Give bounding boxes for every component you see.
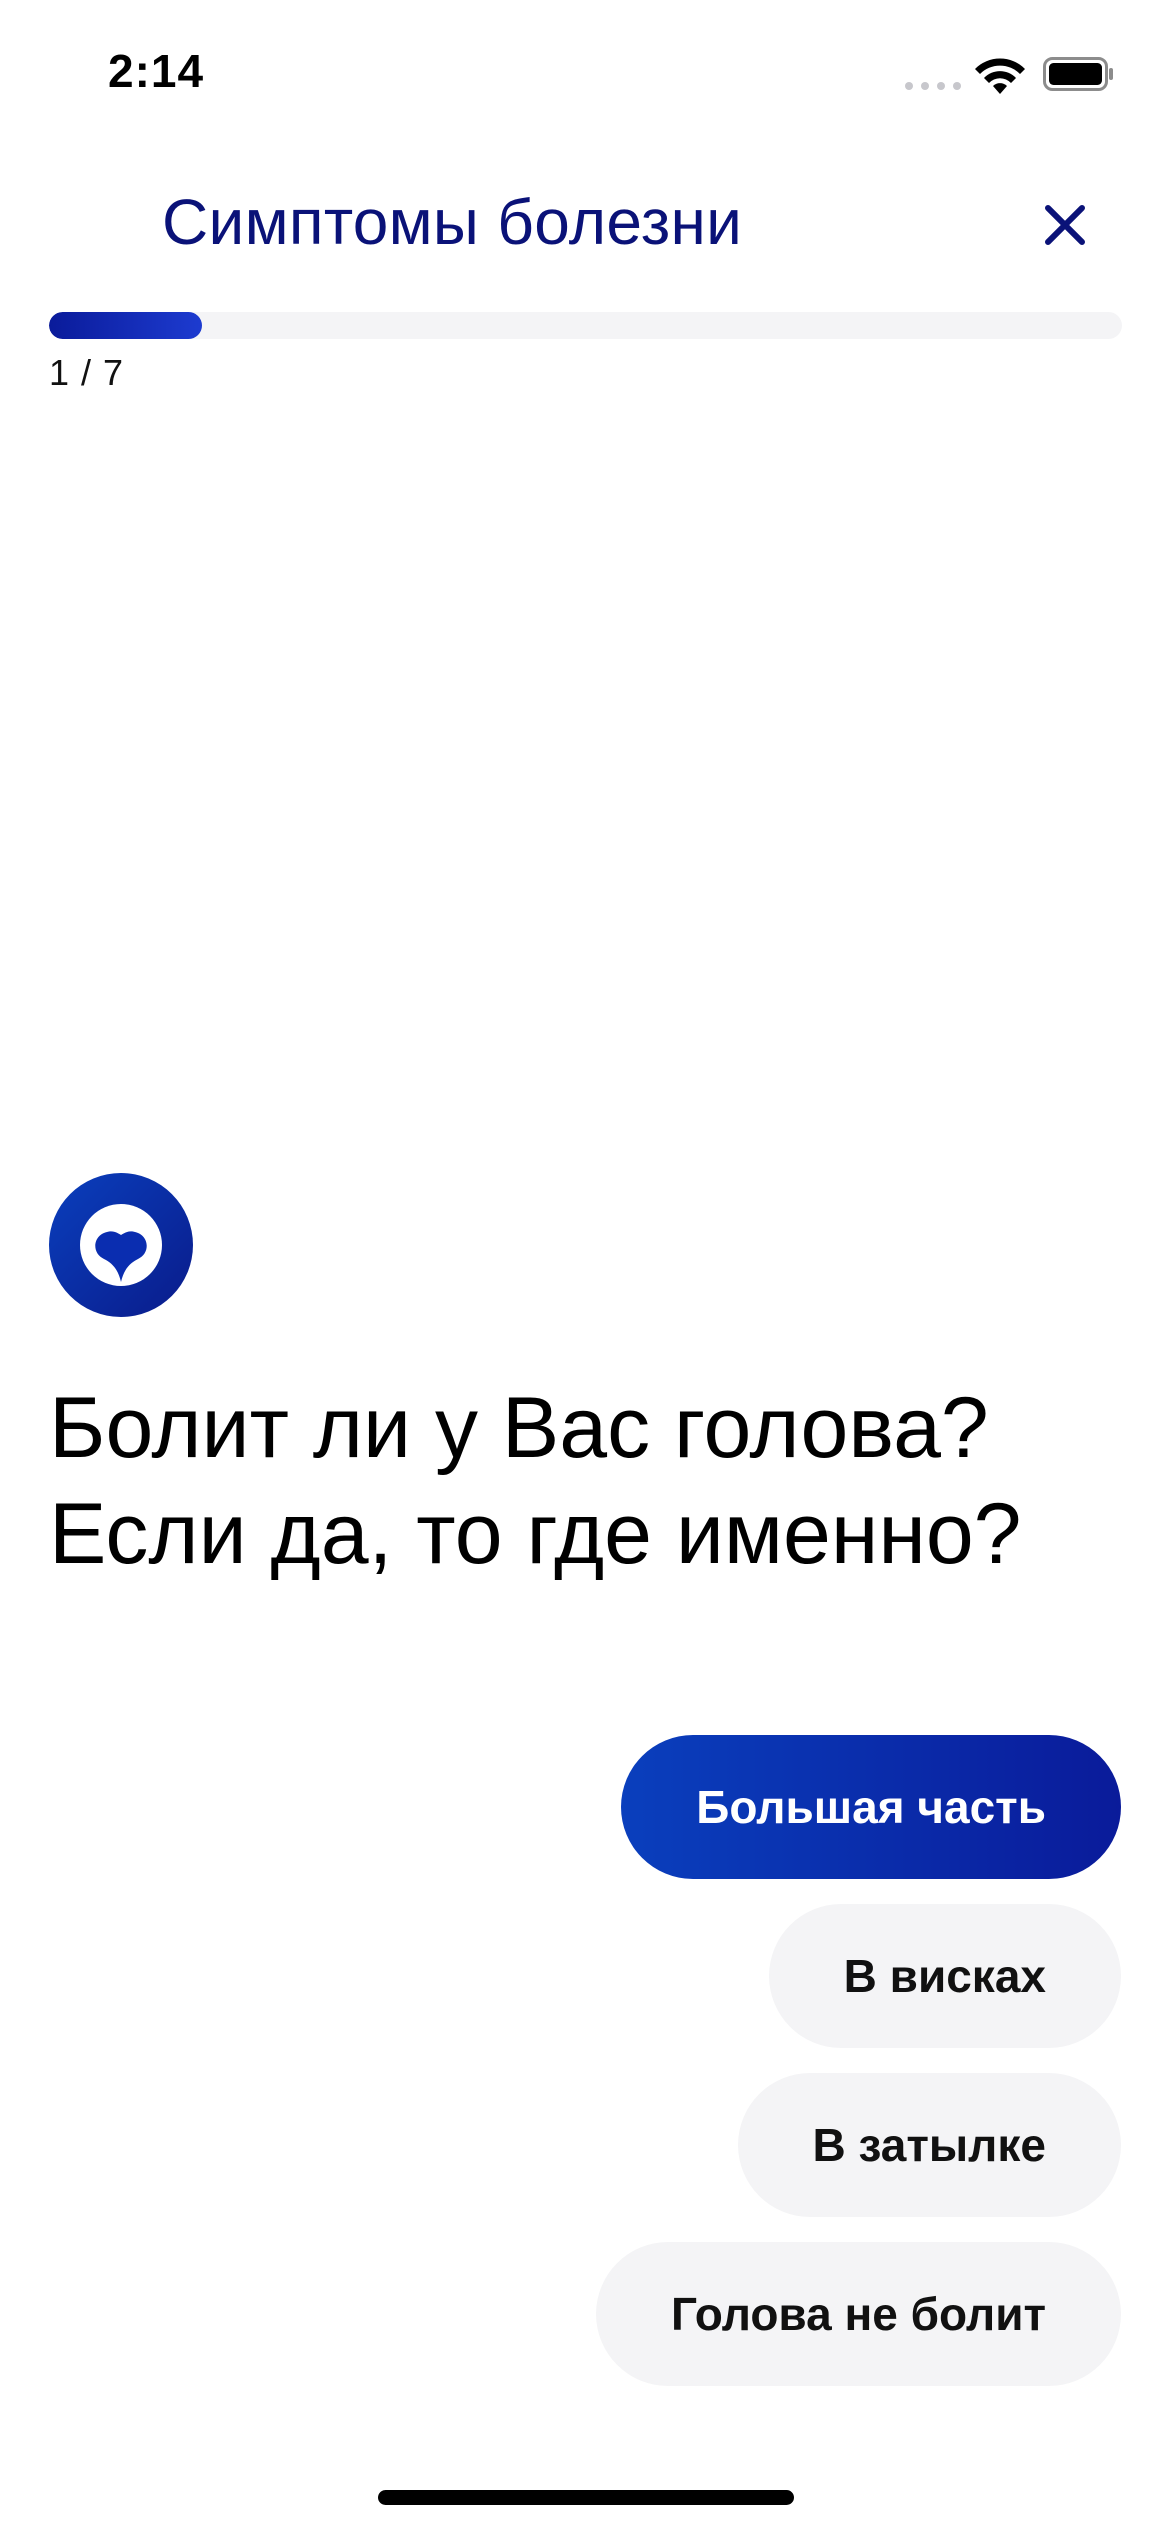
answer-option-back-of-head[interactable]: В затылке	[737, 2073, 1121, 2217]
answer-option-most-part[interactable]: Большая часть	[621, 1735, 1121, 1879]
answer-options: Большая часть В висках В затылке Голова …	[595, 1735, 1121, 2386]
status-time: 2:14	[108, 45, 205, 97]
battery-icon	[1043, 57, 1113, 91]
status-bar: 2:14	[0, 0, 1170, 150]
progress-bar	[49, 312, 1122, 339]
close-button[interactable]	[1040, 200, 1090, 250]
question-text: Болит ли у Вас голова? Если да, то где и…	[49, 1375, 1129, 1587]
close-icon	[1045, 205, 1085, 245]
question-line-1: Болит ли у Вас голова?	[49, 1380, 989, 1476]
answer-option-no-headache[interactable]: Голова не болит	[595, 2242, 1121, 2386]
progress-fill	[49, 312, 203, 339]
answer-option-temples[interactable]: В висках	[768, 1904, 1121, 2048]
progress-counter: 1 / 7	[49, 352, 125, 393]
question-line-2: Если да, то где именно?	[49, 1486, 1022, 1582]
assistant-logo-icon	[49, 1173, 193, 1317]
wifi-icon	[975, 58, 1025, 94]
cellular-signal-icon	[905, 82, 961, 90]
home-indicator	[378, 2490, 794, 2505]
page-title: Симптомы болезни	[162, 186, 743, 258]
